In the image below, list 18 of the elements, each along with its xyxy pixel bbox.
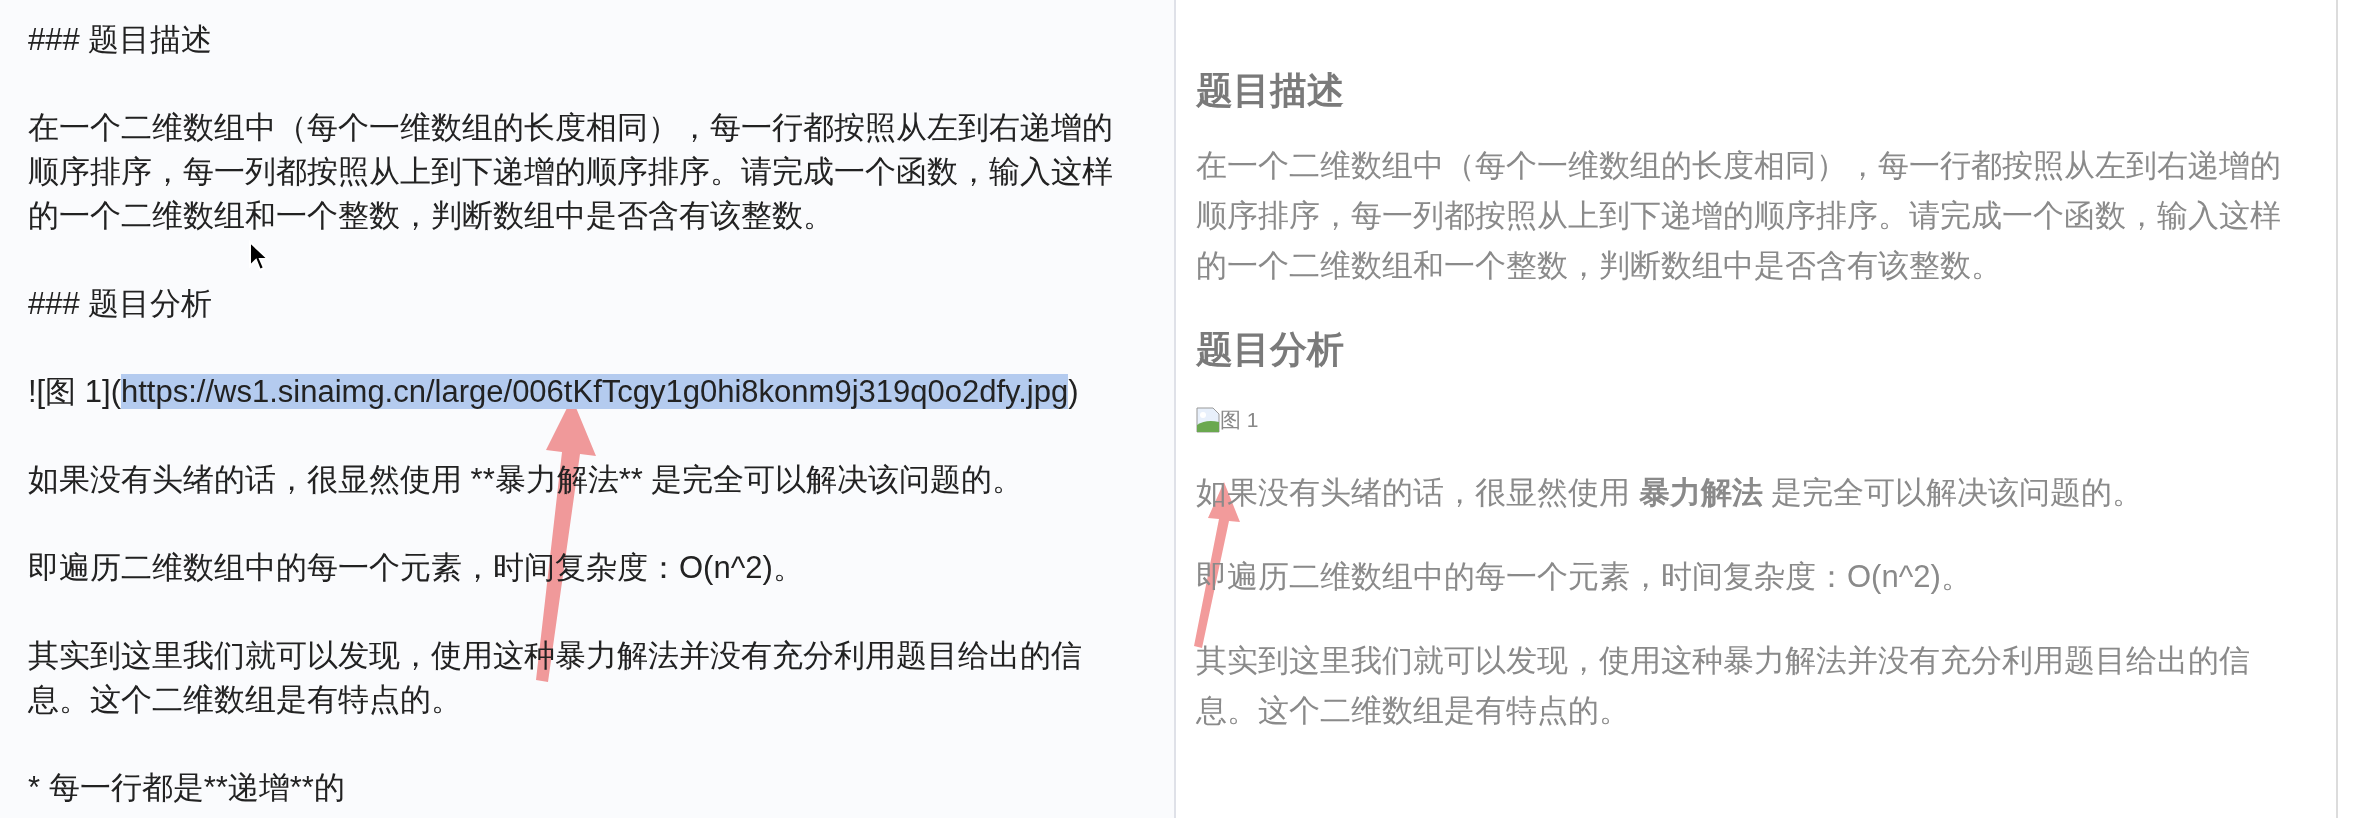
editor-pane[interactable]: [0, 0, 1176, 818]
editor-line: 的一个二维数组和一个整数，判断数组中是否含有该整数。: [28, 197, 834, 235]
editor-line: ### 题目描述: [28, 21, 213, 59]
editor-line: 息。这个二维数组是有特点的。: [28, 681, 462, 719]
image-alt-text: 图 1: [1220, 407, 1259, 433]
broken-image-icon: [1196, 407, 1220, 433]
editor-line: 即遍历二维数组中的每一个元素，时间复杂度：O(n^2)。: [28, 549, 804, 587]
editor-line: ![图 1](https://ws1.sinaimg.cn/large/006tKfTcgy1g0hi8konm9j319q0o2dfy.jpg): [28, 373, 1079, 411]
preview-paragraph: 其实到这里我们就可以发现，使用这种暴力解法并没有充分利用题目给出的信 息。这个二维数组是有特点的。: [1196, 642, 2250, 730]
editor-line: 如果没有头绪的话，很显然使用 **暴力解法** 是完全可以解决该问题的。: [28, 461, 1024, 499]
preview-heading: 题目描述: [1196, 69, 1345, 113]
editor-line: 顺序排序，每一列都按照从上到下递增的顺序排序。请完成一个函数，输入这样: [28, 153, 1113, 191]
editor-line: 其实到这里我们就可以发现，使用这种暴力解法并没有充分利用题目给出的信: [28, 637, 1082, 675]
preview-paragraph: 在一个二维数组中（每个一维数组的长度相同），每一行都按照从左到右递增的 顺序排序，每一列都按照从上到下递增的顺序排序。请完成一个函数，输入这样 的一个二维数组和一个整数，判断数组中是否含有该整数。: [1196, 147, 2281, 285]
editor-line: * 每一行都是**递增**的: [28, 769, 345, 807]
editor-line: ### 题目分析: [28, 285, 213, 323]
editor-line: 在一个二维数组中（每个一维数组的长度相同），每一行都按照从左到右递增的: [28, 109, 1113, 147]
preview-heading: 题目分析: [1196, 328, 1345, 372]
